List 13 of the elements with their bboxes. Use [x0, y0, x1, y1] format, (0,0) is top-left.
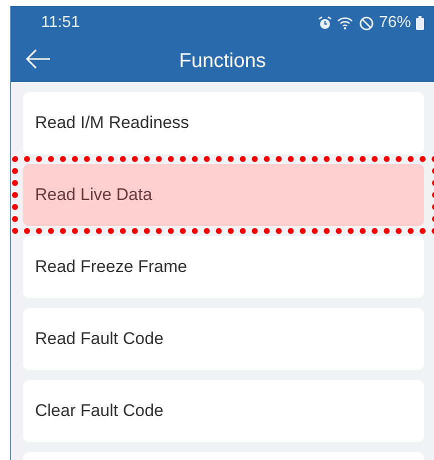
battery-percent: 76% [378, 13, 411, 33]
function-item[interactable]: Read Fault Code [23, 308, 424, 370]
alarm-icon [318, 16, 332, 30]
function-item[interactable]: Clear Fault Code [23, 380, 424, 442]
wifi-icon [336, 16, 354, 30]
status-time: 11:51 [41, 13, 80, 33]
back-arrow-icon [25, 48, 51, 70]
function-item[interactable]: Read I/M Readiness [23, 92, 424, 154]
screen-title: Functions [179, 49, 266, 74]
function-item[interactable]: Read Freeze Frame [23, 236, 424, 298]
function-item[interactable]: Read Live Data [23, 164, 424, 226]
do-not-disturb-icon [358, 16, 374, 30]
battery-icon [416, 16, 424, 30]
